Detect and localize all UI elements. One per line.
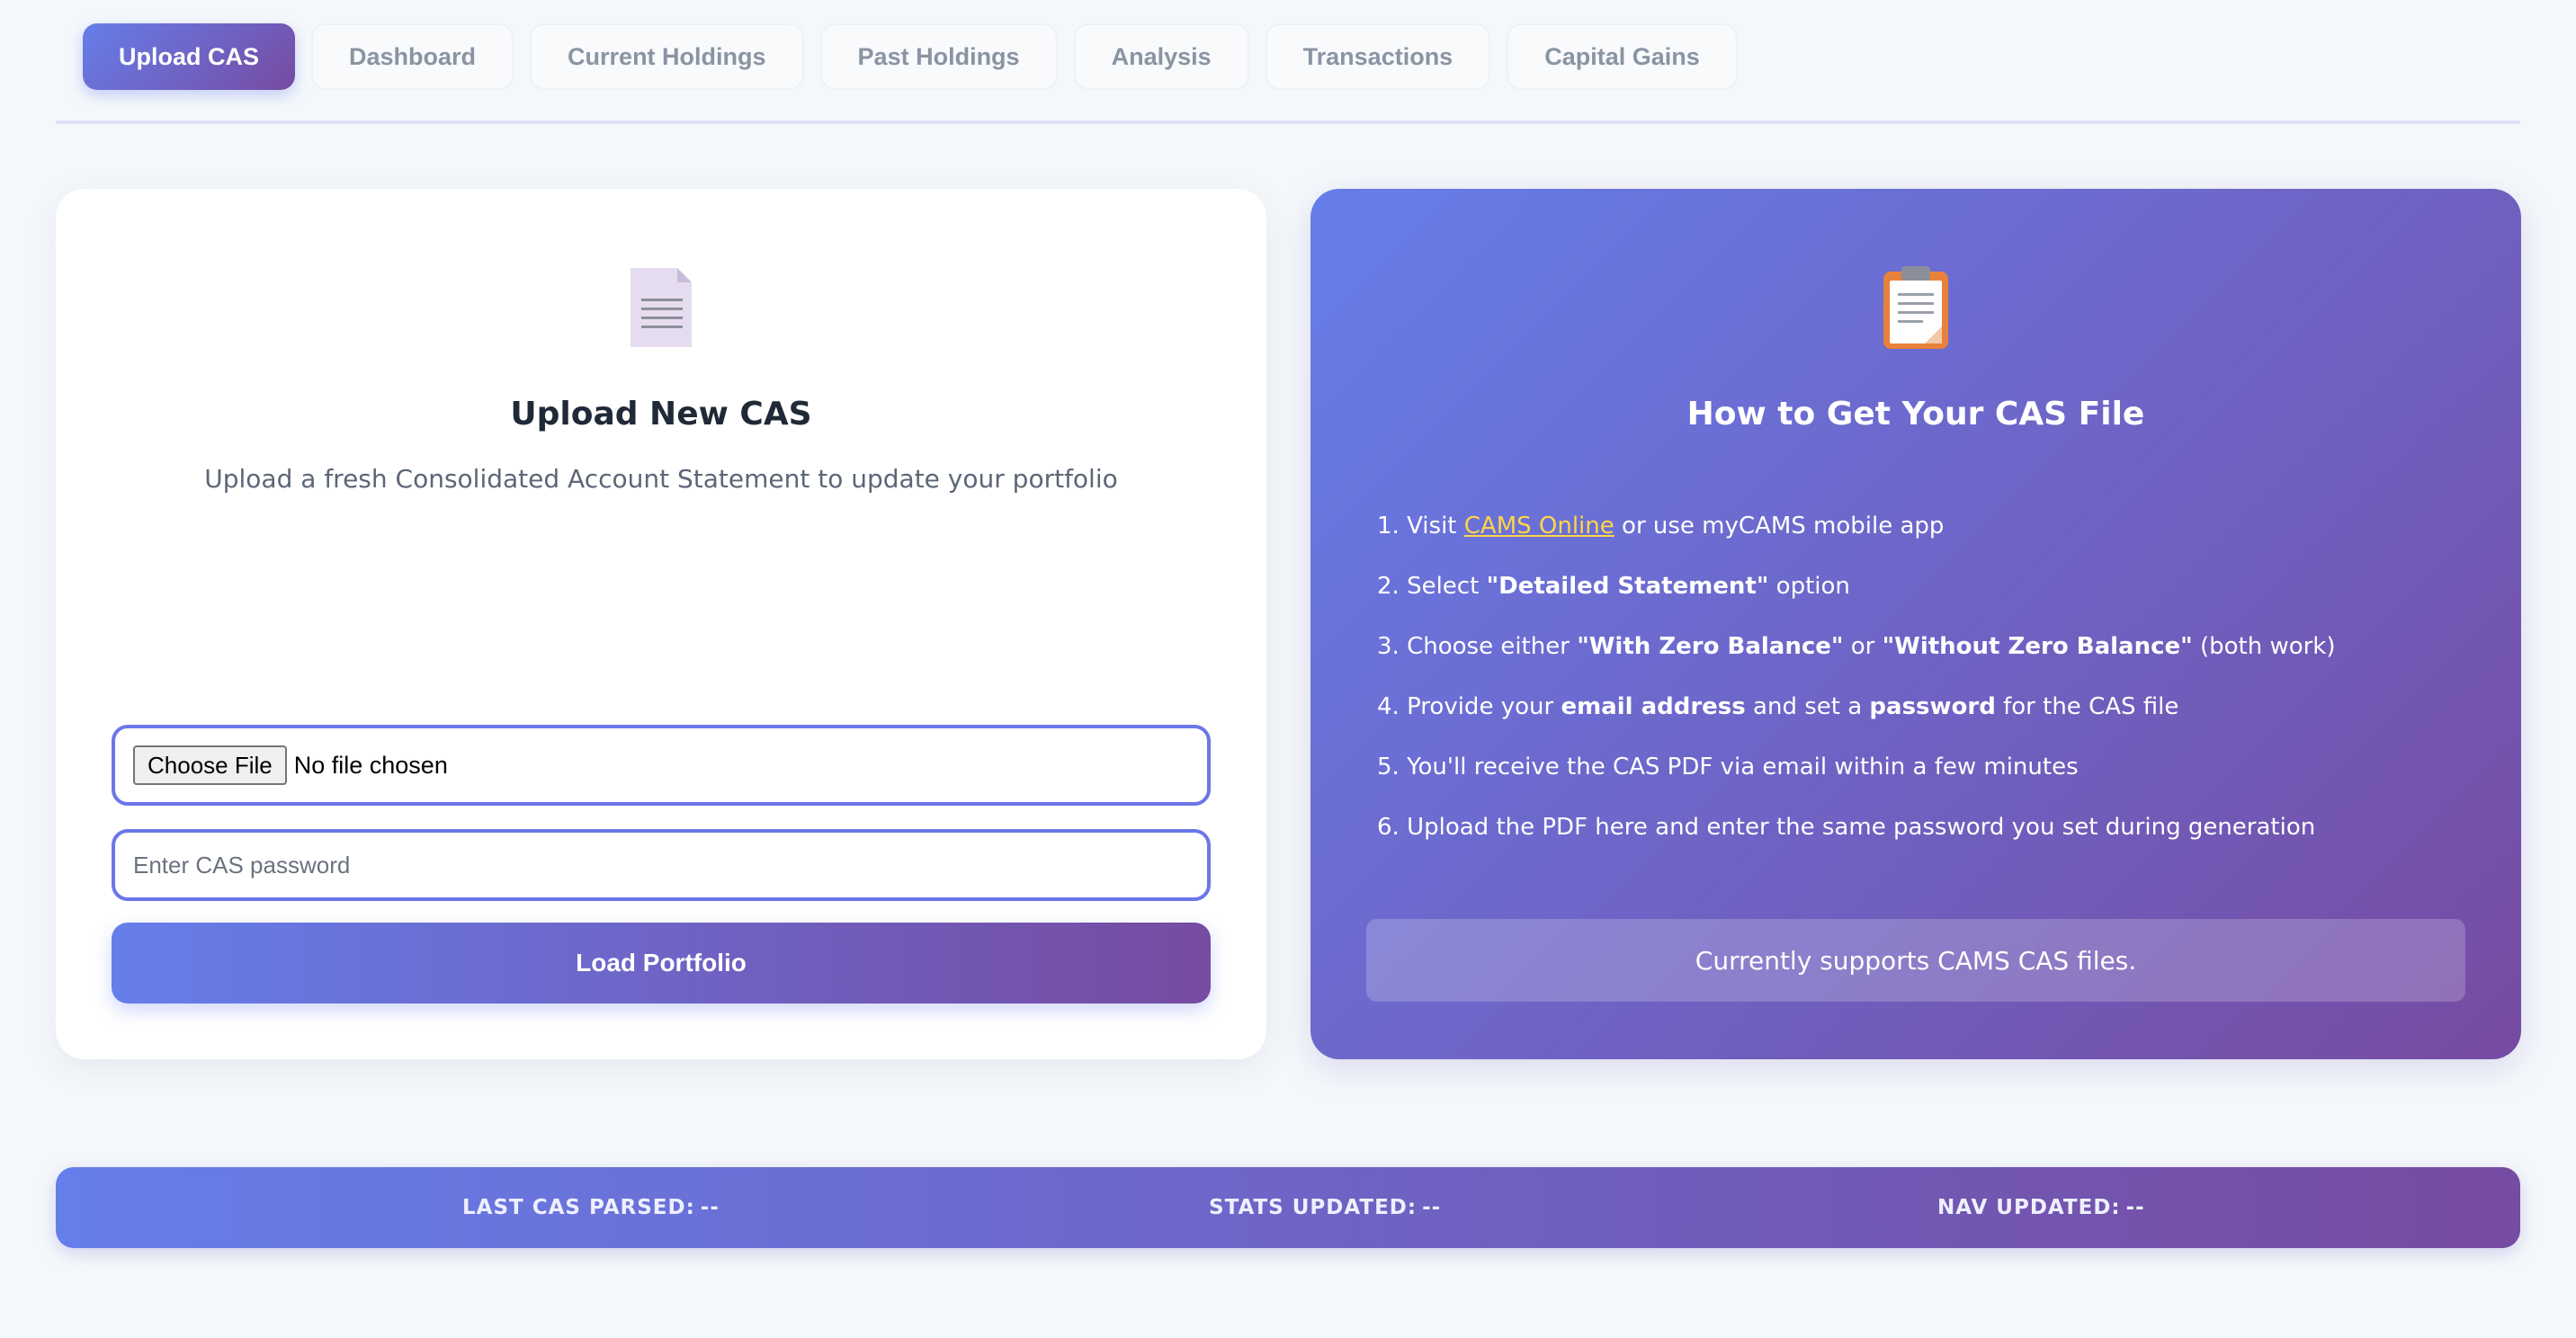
tab-past-holdings[interactable]: Past Holdings [819,23,1058,90]
help-steps: 1. Visit CAMS Online or use myCAMS mobil… [1377,496,2336,858]
file-input[interactable]: Choose File No file chosen [112,725,1211,806]
help-card-title: How to Get Your CAS File [1686,396,2145,433]
cas-password-input[interactable] [112,829,1211,901]
stats-updated-stat: STATS UPDATED: -- [1209,1196,1442,1219]
support-note: Currently supports CAMS CAS files. [1366,919,2465,1002]
clipboard-icon [1883,266,1948,349]
choose-file-button[interactable]: Choose File [133,745,287,785]
step-item: 6. Upload the PDF here and enter the sam… [1377,814,2316,841]
step-item: 3. Choose either "With Zero Balance" or … [1377,633,2336,660]
nav-updated-stat: NAV UPDATED: -- [1937,1196,2145,1219]
upload-card-subtitle: Upload a fresh Consolidated Account Stat… [204,464,1118,494]
cams-online-link[interactable]: CAMS Online [1464,513,1614,540]
step-item: 1. Visit CAMS Online or use myCAMS mobil… [1377,513,1945,540]
step-item: 4. Provide your email address and set a … [1377,693,2179,720]
tab-upload-cas[interactable]: Upload CAS [83,23,296,90]
load-portfolio-button[interactable]: Load Portfolio [112,923,1211,1004]
upload-card: Upload New CAS Upload a fresh Consolidat… [56,189,1266,1059]
step-item: 2. Select "Detailed Statement" option [1377,573,1850,600]
tab-bar: Upload CAS Dashboard Current Holdings Pa… [83,23,1738,90]
tab-divider [56,120,2520,124]
tab-analysis[interactable]: Analysis [1073,23,1249,90]
step-item: 5. You'll receive the CAS PDF via email … [1377,754,2079,780]
document-icon [631,268,692,347]
help-card: How to Get Your CAS File 1. Visit CAMS O… [1310,189,2521,1059]
status-bar: LAST CAS PARSED: -- STATS UPDATED: -- NAV … [56,1167,2520,1248]
upload-card-title: Upload New CAS [510,396,812,433]
file-status-text: No file chosen [293,751,448,779]
last-cas-parsed-stat: LAST CAS PARSED: -- [462,1196,720,1219]
tab-transactions[interactable]: Transactions [1265,23,1491,90]
tab-capital-gains[interactable]: Capital Gains [1507,23,1738,90]
tab-dashboard[interactable]: Dashboard [311,23,514,90]
tab-current-holdings[interactable]: Current Holdings [530,23,804,90]
